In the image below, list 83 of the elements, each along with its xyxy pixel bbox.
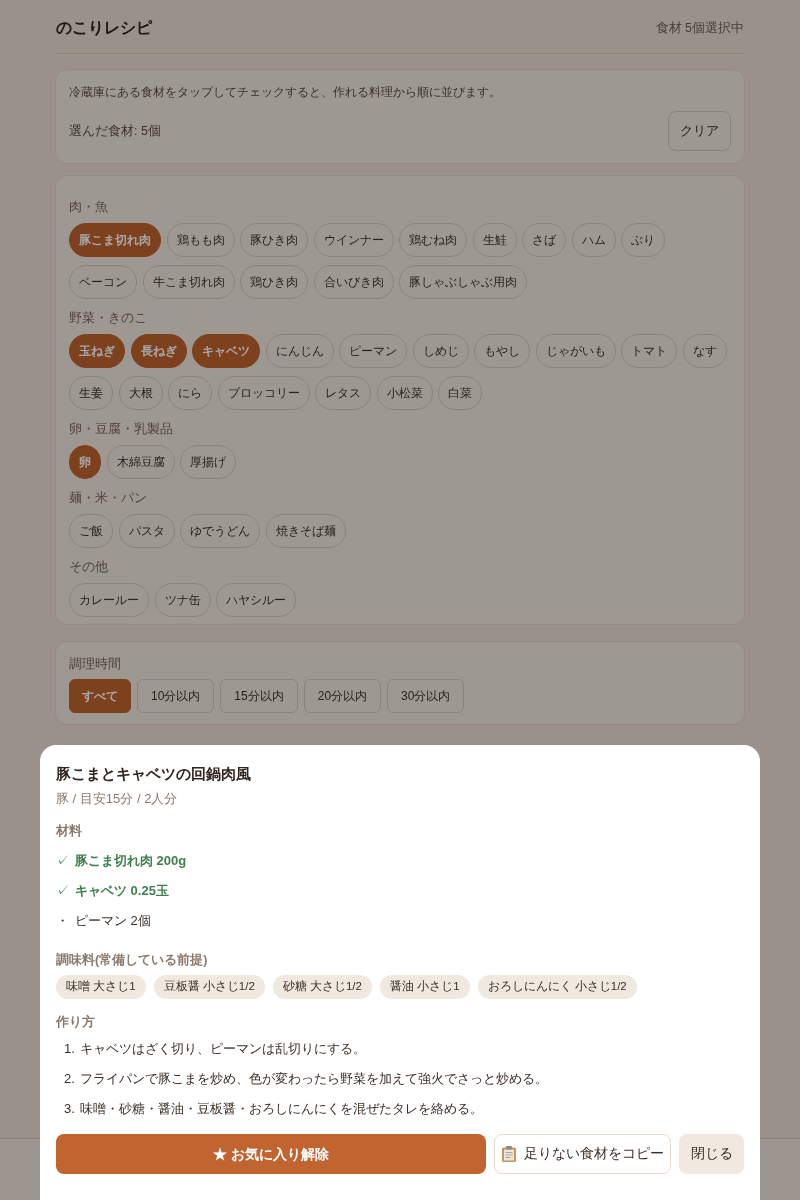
ingredient-chip[interactable]: しめじ — [412, 334, 469, 368]
close-button[interactable]: 閉じる — [679, 1134, 744, 1174]
step-number: 2. — [64, 1070, 75, 1089]
ingredient-chip[interactable]: カレールー — [69, 583, 149, 617]
ingredient-mark: ✓ — [56, 852, 69, 871]
category-label: 卵・豆腐・乳製品 — [69, 421, 174, 438]
ingredient-chip[interactable]: 白菜 — [438, 376, 482, 410]
ingredient-chip[interactable]: ハム — [571, 223, 616, 257]
ingredient-text: ピーマン 2個 — [75, 912, 151, 931]
time-filter-option[interactable]: 20分以内 — [303, 679, 382, 713]
copy-missing-button[interactable]: 足りない食材をコピー — [494, 1134, 671, 1174]
ingredient-chip[interactable]: 豚こま切れ肉 — [69, 223, 161, 257]
ingredient-text: 豚こま切れ肉 200g — [75, 852, 187, 871]
ingredient-chip[interactable]: なす — [682, 334, 727, 368]
ingredient-chip[interactable]: レタス — [315, 376, 371, 410]
ingredient-chip[interactable]: ぶり — [621, 223, 665, 257]
ingredient-chip[interactable]: パスタ — [118, 514, 175, 548]
ingredient-chip[interactable]: キャベツ — [192, 334, 260, 368]
ingredient-chip[interactable]: 豚しゃぶしゃぶ用肉 — [399, 265, 527, 299]
selection-count: 食材 5個選択中 — [655, 19, 744, 37]
ingredient-chip[interactable]: さば — [522, 223, 566, 257]
ingredient-mark: ・ — [56, 912, 69, 931]
ingredients-heading: 材料 — [56, 823, 83, 840]
seasoning-tag: 醤油 小さじ1 — [379, 975, 470, 999]
ingredient-chip[interactable]: 生鮭 — [472, 223, 517, 257]
ingredient-chip[interactable]: にら — [168, 376, 212, 410]
ingredient-chip[interactable]: 生姜 — [69, 376, 113, 410]
ingredient-chip[interactable]: 小松菜 — [376, 376, 433, 410]
clear-button[interactable]: クリア — [668, 111, 731, 151]
clipboard-icon — [501, 1146, 516, 1162]
ingredient-chip[interactable]: 厚揚げ — [180, 445, 236, 479]
ingredient-chip[interactable]: ゆでうどん — [180, 514, 260, 548]
ingredient-chip[interactable]: ハヤシルー — [216, 583, 296, 617]
ingredient-chip[interactable]: 木綿豆腐 — [106, 445, 175, 479]
seasoning-tag: 味噌 大さじ1 — [56, 975, 146, 999]
time-filter-label: 調理時間 — [69, 656, 122, 673]
time-filter-option[interactable]: 10分以内 — [137, 679, 215, 713]
step-number: 3. — [64, 1100, 75, 1119]
ingredient-chip[interactable]: 卵 — [69, 445, 101, 479]
ingredient-chip[interactable]: ツナ缶 — [154, 583, 211, 617]
time-filter-option[interactable]: すべて — [69, 679, 131, 713]
ingredient-chip[interactable]: 焼きそば麺 — [265, 514, 346, 548]
seasonings-heading: 調味料(常備している前提) — [56, 952, 209, 969]
ingredient-chip[interactable]: 豚ひき肉 — [240, 223, 308, 257]
app-title: のこりレシピ — [56, 18, 152, 38]
step-text: キャベツはざく切り、ピーマンは乱切りにする。 — [79, 1040, 366, 1059]
ingredient-chip[interactable]: にんじん — [265, 334, 334, 368]
time-filter-option[interactable]: 15分以内 — [220, 679, 298, 713]
ingredient-chip[interactable]: 合いびき肉 — [313, 265, 394, 299]
step-text: フライパンで豚こまを炒め、色が変わったら野菜を加えて強火でさっと炒める。 — [79, 1070, 548, 1089]
ingredient-chip[interactable]: 鶏むね肉 — [399, 223, 467, 257]
ingredient-chip[interactable]: 玉ねぎ — [69, 334, 125, 368]
recipe-title: 豚こまとキャベツの回鍋肉風 — [56, 764, 252, 784]
ingredient-chip[interactable]: じゃがいも — [535, 334, 616, 368]
category-label: その他 — [69, 559, 109, 576]
category-label: 肉・魚 — [69, 199, 109, 216]
ingredient-chip[interactable]: ウインナー — [313, 223, 394, 257]
steps-heading: 作り方 — [56, 1013, 96, 1031]
favorite-remove-button[interactable]: ★ お気に入り解除 — [56, 1134, 486, 1174]
ingredient-chip[interactable]: トマト — [621, 334, 677, 368]
ingredient-chip[interactable]: ベーコン — [69, 265, 137, 299]
selected-summary: 選んだ食材: 5個 — [69, 122, 161, 140]
seasoning-tag: 豆板醤 小さじ1/2 — [153, 975, 265, 999]
recipe-meta: 豚 / 目安15分 / 2人分 — [56, 790, 179, 808]
step-number: 1. — [64, 1040, 75, 1059]
ingredient-text: キャベツ 0.25玉 — [75, 882, 169, 901]
ingredient-chip[interactable]: 鶏ひき肉 — [240, 265, 308, 299]
intro-text: 冷蔵庫にある食材をタップしてチェックすると、作れる料理から順に並びます。 — [69, 84, 502, 101]
time-filter-option[interactable]: 30分以内 — [387, 679, 465, 713]
category-label: 野菜・きのこ — [69, 310, 148, 327]
ingredient-mark: ✓ — [56, 882, 69, 901]
seasoning-tag: 砂糖 大さじ1/2 — [272, 975, 372, 999]
ingredient-chip[interactable]: 大根 — [118, 376, 163, 410]
category-label: 麺・米・パン — [69, 490, 148, 507]
step-text: 味噌・砂糖・醤油・豆板醤・おろしにんにくを混ぜたタレを絡める。 — [79, 1100, 483, 1119]
ingredient-chip[interactable]: ご飯 — [69, 514, 113, 548]
ingredient-chip[interactable]: 牛こま切れ肉 — [142, 265, 235, 299]
seasoning-tag: おろしにんにく 小さじ1/2 — [477, 975, 637, 999]
ingredient-chip[interactable]: 鶏もも肉 — [166, 223, 235, 257]
ingredient-chip[interactable]: ピーマン — [339, 334, 407, 368]
ingredient-chip[interactable]: もやし — [474, 334, 530, 368]
ingredient-chip[interactable]: 長ねぎ — [130, 334, 187, 368]
ingredient-chip[interactable]: ブロッコリー — [217, 376, 310, 410]
